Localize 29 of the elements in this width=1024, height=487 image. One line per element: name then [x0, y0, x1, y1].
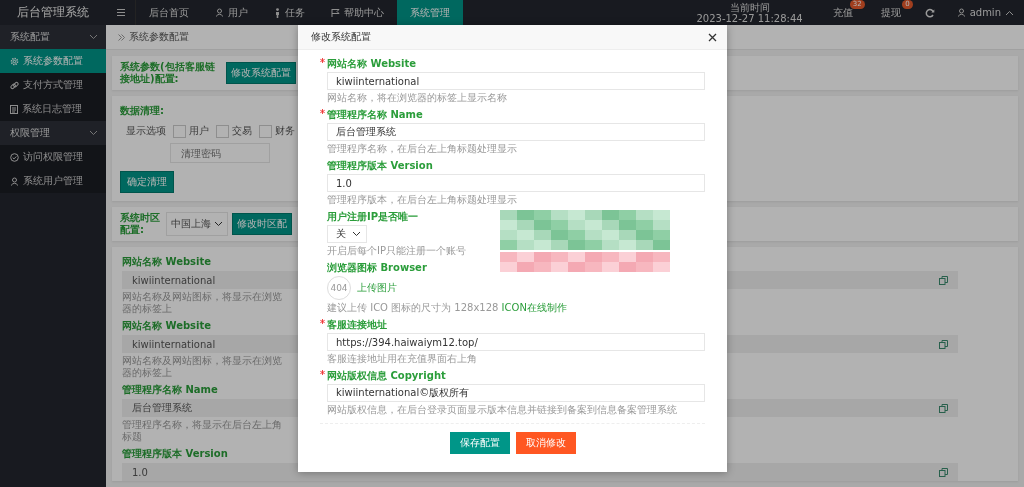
clock-time: 2023-12-27 11:28:44: [696, 12, 803, 24]
field-label: 网站名称 Website: [122, 320, 212, 332]
field-label: 管理程序版本 Version: [122, 448, 228, 460]
field-label: 管理程序版本 Version: [327, 160, 433, 172]
help-text: 网站名称，将在浏览器的标签上显示名称: [327, 92, 507, 104]
checkbox-label: 用户: [189, 124, 209, 138]
help-text: 客服连接地址用在充值界面右上角: [327, 353, 477, 365]
section-label: 系统参数(包括客服链接地址)配置:: [120, 61, 216, 85]
field-label: 用户注册IP是否唯一: [327, 211, 419, 223]
field-label: 浏览器图标 Browser: [327, 262, 427, 274]
section-label: 系统时区配置:: [120, 212, 161, 236]
dialog-title: 修改系统配置: [311, 30, 371, 44]
checkbox-label: 交易: [232, 124, 252, 138]
checkbox-label: 财务: [275, 124, 295, 138]
field-label: 管理程序名称 Name: [122, 384, 218, 396]
clock-label: 当前时间: [729, 1, 770, 13]
field-label: 网站版权信息 Copyright: [327, 370, 446, 382]
breadcrumb: 系统参数配置: [129, 30, 189, 44]
help-text: 管理程序名称，在后台左上角标题处理显示: [327, 143, 517, 155]
section-label: 数据清理:: [120, 104, 164, 118]
help-text: 管理程序版本，在后台左上角标题处理显示: [327, 194, 517, 206]
app-title: 后台管理系统: [16, 4, 90, 21]
field-label: 网站名称 Website: [327, 58, 417, 70]
help-text: 建议上传 ICO 图标的尺寸为 128x128 ICON在线制作: [327, 302, 567, 314]
help-text: 网站版权信息，在后台登录页面显示版本信息并链接到备案到信息备案管理系统: [327, 404, 677, 416]
field-label: 网站名称 Website: [122, 256, 212, 268]
field-label: 管理程序名称 Name: [327, 109, 423, 121]
field-label: 显示选项: [126, 124, 166, 138]
field-label: 客服连接地址: [327, 319, 387, 331]
